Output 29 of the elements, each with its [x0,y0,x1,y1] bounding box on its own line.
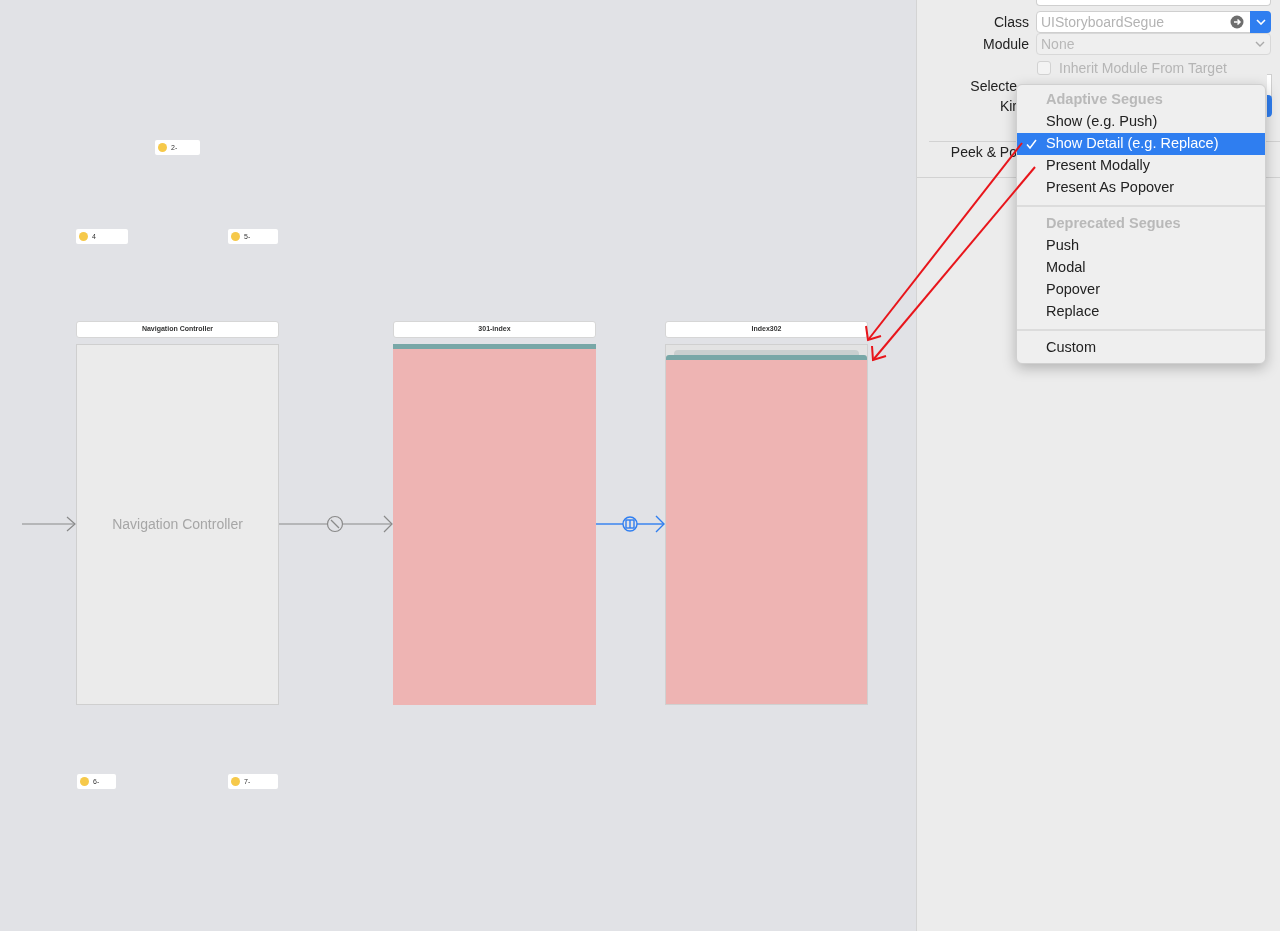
menu-item[interactable]: Push [1017,235,1265,257]
chevron-down-icon [1255,41,1265,47]
menu-item[interactable]: Show (e.g. Push) [1017,111,1265,133]
menu-item[interactable]: Custom [1017,337,1265,359]
chevron-down-icon [1255,19,1266,25]
segue-arrow[interactable] [279,514,393,534]
menu-item[interactable]: Modal [1017,257,1265,279]
field-label: Class [993,12,1029,32]
menu-item[interactable]: Show Detail (e.g. Replace) [1017,133,1265,155]
scene-dock-icon [80,777,89,786]
arrow-circle-icon[interactable] [1230,15,1244,29]
field-label: Module [982,34,1029,54]
kind-popup-button[interactable] [1267,95,1272,117]
scene-dock-icon [231,777,240,786]
segue-arrow[interactable] [596,514,665,534]
scene-dock-icon [231,232,240,241]
entry-arrow[interactable] [22,516,76,532]
menu-item[interactable]: Present Modally [1017,155,1265,177]
field-label: Kir [998,96,1017,116]
menu-item[interactable]: Popover [1017,279,1265,301]
field-label: Peek & Po [949,142,1017,162]
field-label: Selecte [969,76,1017,96]
scene-dock-icon [79,232,88,241]
scene-dock-icon [158,143,167,152]
menu-item[interactable]: Present As Popover [1017,177,1265,199]
menu-item[interactable]: Replace [1017,301,1265,323]
dropdown-button[interactable] [1250,11,1271,33]
checkmark-icon [1026,139,1037,149]
scene-label: Navigation Controller [112,515,243,534]
